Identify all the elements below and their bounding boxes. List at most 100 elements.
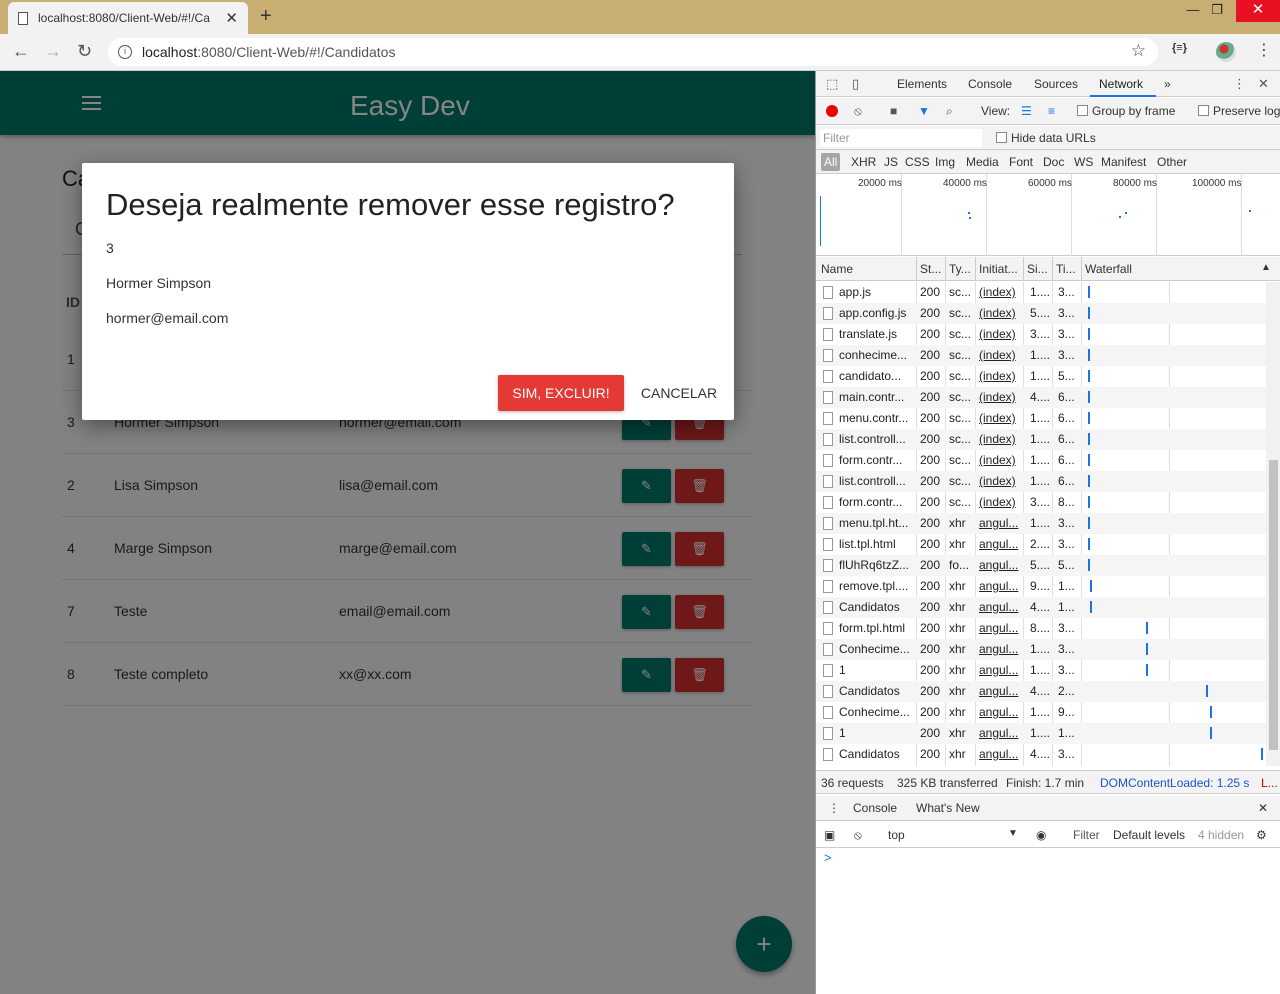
bookmark-star-icon[interactable]: ☆ — [1131, 41, 1146, 61]
network-request-row[interactable]: form.tpl.html 200 xhr angul... 8.... 3... — [816, 618, 1266, 639]
request-initiator[interactable]: angul... — [979, 600, 1021, 614]
record-icon[interactable] — [826, 105, 838, 117]
new-tab-button[interactable]: + — [260, 5, 272, 28]
network-request-row[interactable]: flUhRq6tzZ... 200 fo... angul... 5.... 5... — [816, 555, 1266, 576]
request-initiator[interactable]: angul... — [979, 726, 1021, 740]
request-initiator[interactable]: (index) — [979, 285, 1021, 299]
request-initiator[interactable]: (index) — [979, 474, 1021, 488]
filter-icon[interactable]: ▼ — [918, 104, 930, 118]
network-request-row[interactable]: menu.contr... 200 sc... (index) 1.... 6... — [816, 408, 1266, 429]
network-request-row[interactable]: form.contr... 200 sc... (index) 3.... 8... — [816, 492, 1266, 513]
screenshot-icon[interactable]: ■ — [890, 104, 897, 118]
search-icon[interactable]: ⌕ — [946, 104, 953, 119]
request-initiator[interactable]: (index) — [979, 327, 1021, 341]
type-filter-manifest[interactable]: Manifest — [1101, 155, 1146, 169]
preserve-log-checkbox[interactable]: Preserve log — [1198, 104, 1280, 118]
network-request-row[interactable]: Conhecime... 200 xhr angul... 1.... 3... — [816, 639, 1266, 660]
devtools-close-icon[interactable]: ✕ — [1258, 76, 1269, 92]
type-filter-media[interactable]: Media — [966, 155, 999, 169]
confirm-delete-button[interactable]: SIM, EXCLUIR! — [498, 375, 624, 411]
device-toolbar-icon[interactable]: ▯ — [852, 76, 859, 92]
inspect-element-icon[interactable]: ⬚ — [826, 76, 838, 92]
network-request-row[interactable]: 1 200 xhr angul... 1.... 1... — [816, 723, 1266, 744]
type-filter-ws[interactable]: WS — [1074, 155, 1093, 169]
request-initiator[interactable]: (index) — [979, 306, 1021, 320]
network-request-row[interactable]: Conhecime... 200 xhr angul... 1.... 9... — [816, 702, 1266, 723]
console-clear-icon[interactable]: ⦸ — [854, 828, 862, 843]
col-time[interactable]: Ti... — [1056, 262, 1076, 276]
url-field[interactable]: i localhost :8080/Client-Web/#!/Candidat… — [108, 38, 1158, 66]
tab-sources[interactable]: Sources — [1034, 77, 1078, 91]
overview-icon[interactable]: ≡ — [1048, 104, 1055, 118]
devtools-menu-icon[interactable]: ⋮ — [1233, 76, 1246, 92]
type-filter-js[interactable]: JS — [884, 155, 898, 169]
network-request-row[interactable]: candidato... 200 sc... (index) 1.... 5... — [816, 366, 1266, 387]
clear-icon[interactable]: ⦸ — [854, 104, 862, 119]
live-expression-eye-icon[interactable]: ◉ — [1036, 828, 1046, 842]
browser-tab[interactable]: localhost:8080/Client-Web/#!/Ca ✕ — [8, 2, 248, 34]
network-request-row[interactable]: list.controll... 200 sc... (index) 1.... 6... — [816, 429, 1266, 450]
info-icon[interactable]: i — [118, 45, 132, 59]
network-request-row[interactable]: form.contr... 200 sc... (index) 1.... 6... — [816, 450, 1266, 471]
request-initiator[interactable]: (index) — [979, 369, 1021, 383]
network-scrollbar[interactable] — [1266, 282, 1280, 766]
reload-icon[interactable]: ↻ — [77, 41, 92, 62]
extension-icon[interactable]: {≡} — [1172, 42, 1187, 54]
request-initiator[interactable]: angul... — [979, 663, 1021, 677]
request-initiator[interactable]: (index) — [979, 432, 1021, 446]
restore-button[interactable]: ❐ — [1202, 0, 1232, 22]
console-settings-gear-icon[interactable]: ⚙ — [1256, 828, 1267, 842]
network-request-row[interactable]: list.controll... 200 sc... (index) 1.... 6... — [816, 471, 1266, 492]
tab-close-icon[interactable]: ✕ — [225, 9, 238, 27]
group-by-frame-checkbox[interactable]: Group by frame — [1077, 104, 1175, 118]
browser-menu-icon[interactable]: ⋮ — [1256, 40, 1272, 60]
context-dropdown-icon[interactable]: ▼ — [1008, 828, 1018, 839]
request-initiator[interactable]: (index) — [979, 495, 1021, 509]
network-request-row[interactable]: Candidatos 200 xhr angul... 4.... 2... — [816, 681, 1266, 702]
network-request-row[interactable]: Candidatos 200 xhr angul... 4.... 3... — [816, 744, 1266, 765]
window-close-button[interactable]: ✕ — [1236, 0, 1280, 22]
request-initiator[interactable]: (index) — [979, 411, 1021, 425]
tab-network[interactable]: Network — [1099, 77, 1143, 91]
large-rows-icon[interactable]: ☰ — [1021, 104, 1032, 118]
forward-icon[interactable]: → — [44, 41, 62, 62]
col-name[interactable]: Name — [821, 262, 853, 276]
back-icon[interactable]: ← — [12, 41, 30, 62]
network-filter-input[interactable]: Filter — [820, 129, 982, 147]
type-filter-all[interactable]: All — [821, 153, 841, 171]
scrollbar-thumb[interactable] — [1269, 460, 1278, 750]
request-initiator[interactable]: (index) — [979, 453, 1021, 467]
network-request-row[interactable]: list.tpl.html 200 xhr angul... 2.... 3... — [816, 534, 1266, 555]
network-request-row[interactable]: translate.js 200 sc... (index) 3.... 3... — [816, 324, 1266, 345]
request-initiator[interactable]: angul... — [979, 747, 1021, 761]
tab-console[interactable]: Console — [968, 77, 1012, 91]
hide-data-urls-checkbox[interactable]: Hide data URLs — [996, 131, 1096, 145]
col-type[interactable]: Ty... — [949, 262, 971, 276]
drawer-menu-icon[interactable]: ⋮ — [828, 801, 840, 815]
request-initiator[interactable]: angul... — [979, 642, 1021, 656]
col-waterfall[interactable]: Waterfall — [1085, 262, 1132, 276]
request-initiator[interactable]: angul... — [979, 579, 1021, 593]
col-status[interactable]: St... — [920, 262, 941, 276]
network-request-row[interactable]: Candidatos 200 xhr angul... 4.... 1... — [816, 597, 1266, 618]
request-initiator[interactable]: angul... — [979, 537, 1021, 551]
request-initiator[interactable]: angul... — [979, 621, 1021, 635]
type-filter-doc[interactable]: Doc — [1043, 155, 1064, 169]
network-request-row[interactable]: app.js 200 sc... (index) 1.... 3... — [816, 282, 1266, 303]
network-request-row[interactable]: conhecime... 200 sc... (index) 1.... 3... — [816, 345, 1266, 366]
type-filter-css[interactable]: CSS — [905, 155, 930, 169]
request-initiator[interactable]: angul... — [979, 705, 1021, 719]
network-request-row[interactable]: app.config.js 200 sc... (index) 5.... 3... — [816, 303, 1266, 324]
console-filter-input[interactable]: Filter — [1073, 828, 1100, 842]
network-overview[interactable]: 20000 ms 40000 ms 60000 ms 80000 ms 1000… — [816, 174, 1280, 256]
request-initiator[interactable]: angul... — [979, 684, 1021, 698]
sort-up-icon[interactable]: ▲ — [1261, 262, 1271, 273]
request-initiator[interactable]: angul... — [979, 516, 1021, 530]
console-sidebar-icon[interactable]: ▣ — [824, 828, 835, 842]
cancel-button[interactable]: CANCELAR — [634, 375, 724, 411]
network-request-row[interactable]: remove.tpl.... 200 xhr angul... 9.... 1... — [816, 576, 1266, 597]
profile-avatar[interactable] — [1216, 42, 1236, 62]
request-initiator[interactable]: (index) — [979, 390, 1021, 404]
col-initiator[interactable]: Initiat... — [979, 262, 1018, 276]
type-filter-other[interactable]: Other — [1157, 155, 1187, 169]
